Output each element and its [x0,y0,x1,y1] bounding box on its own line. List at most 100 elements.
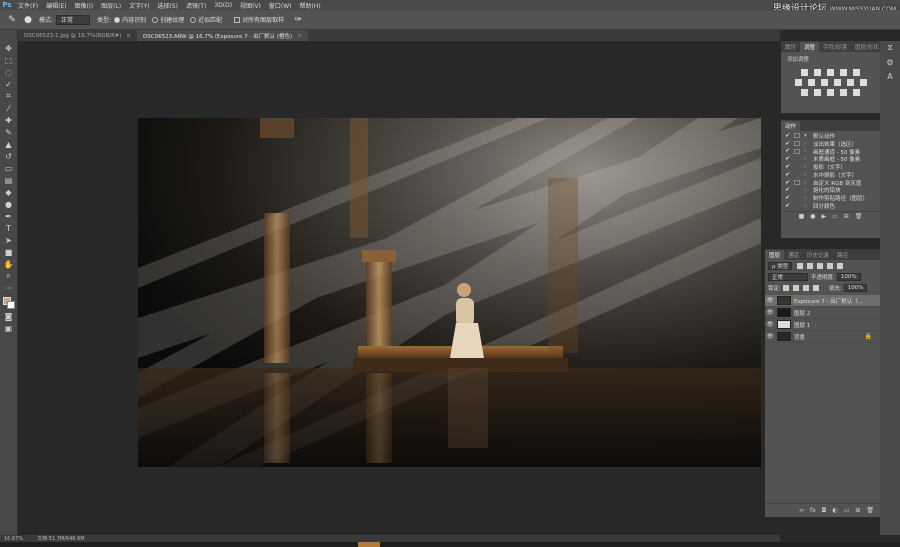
dialog-toggle[interactable] [794,188,800,193]
quick-select-tool-icon[interactable]: ✓ [2,78,16,90]
dodge-tool-icon[interactable]: ● [2,198,16,210]
blur-tool-icon[interactable]: ◆ [2,186,16,198]
expand-icon[interactable]: › [804,164,810,170]
layer-row[interactable]: 👁 Exposure 7 - 出厂默认（... [765,295,880,307]
move-tool-icon[interactable]: ✥ [2,42,16,54]
menu-help[interactable]: 帮助(H) [296,1,325,10]
hue-icon[interactable] [794,79,802,86]
check-icon[interactable]: ✔ [784,156,791,162]
check-icon[interactable]: ✔ [784,187,791,193]
zoom-level[interactable]: 16.67% [4,536,23,542]
tab-adjustments[interactable]: 调整 [800,42,820,52]
type-proximity-match[interactable]: 近似匹配 [190,15,222,24]
dialog-toggle[interactable] [794,133,800,139]
shape-tool-icon[interactable]: ■ [2,246,16,258]
menu-edit[interactable]: 编辑(E) [42,1,70,10]
type-create-texture[interactable]: 创建纹理 [152,15,184,24]
layer-filter-select[interactable]: ρ 类型 [768,261,793,270]
quick-mask-icon[interactable]: ◙ [2,310,16,322]
dialog-toggle[interactable] [794,148,800,154]
history-panel-icon[interactable]: ⧖ [880,41,900,55]
lock-pixels-icon[interactable] [792,284,799,291]
visibility-eye-icon[interactable]: 👁 [765,297,775,304]
fill-input[interactable]: 100% [843,283,868,292]
action-row[interactable]: ✔ › 画框通道 - 50 像素 [781,148,880,155]
new-layer-icon[interactable]: ⊞ [855,507,860,514]
exposure-icon[interactable] [840,69,847,76]
tab-actions[interactable]: 动作 [781,121,801,131]
brightness-icon[interactable] [801,69,808,76]
play-icon[interactable]: ▶ [821,213,826,220]
visibility-eye-icon[interactable]: 👁 [765,321,775,328]
sample-all-layers-checkbox[interactable]: 对所有图层取样 [234,15,284,24]
close-icon[interactable]: × [297,33,302,39]
tab-paths[interactable]: 路径 [833,250,852,260]
tab-layers[interactable]: 图层 [765,250,785,260]
tab-history[interactable]: 历史记录 [803,250,833,260]
check-icon[interactable]: ✔ [784,172,791,178]
filter-pixel-icon[interactable] [797,262,804,269]
screen-mode-icon[interactable]: ▣ [2,322,16,334]
visibility-eye-icon[interactable]: 👁 [765,333,775,340]
layer-row[interactable]: 👁 图层 1 [765,319,880,331]
menu-window[interactable]: 窗口(W) [265,1,296,10]
action-row[interactable]: ✔ › 水中倒影（文字） [781,171,880,179]
invert-icon[interactable] [801,89,808,96]
canvas-area[interactable] [18,41,780,535]
brush-preset-icon[interactable]: ● [22,14,34,26]
layer-row[interactable]: 👁 背景 🔒 [765,331,880,343]
filter-adjust-icon[interactable] [807,262,814,269]
hand-tool-icon[interactable]: ✋ [2,258,16,270]
history-brush-tool-icon[interactable]: ↺ [2,150,16,162]
tab-document-1[interactable]: DSC06523-1.jpg @ 16.7%(RGB/8#) × [18,30,137,41]
photo-filter-icon[interactable] [833,79,841,86]
gradient-tool-icon[interactable]: ▤ [2,174,16,186]
menu-filter[interactable]: 滤镜(T) [182,1,210,10]
check-icon[interactable]: ✔ [784,148,791,154]
adjustment-layer-icon[interactable]: ◐ [832,507,837,514]
stop-icon[interactable]: ■ [799,213,805,220]
background-color-swatch[interactable] [6,301,15,309]
marquee-tool-icon[interactable]: ⬚ [2,54,16,66]
expand-icon[interactable]: › [804,203,810,209]
menu-image[interactable]: 图像(I) [71,1,97,10]
delete-icon[interactable]: 🗑 [855,213,863,220]
curves-icon[interactable] [827,69,834,76]
action-row[interactable]: ✔ › 自定义 RGB 到灰度 [781,179,880,187]
character-panel-icon[interactable]: A [880,69,900,83]
visibility-eye-icon[interactable]: 👁 [765,309,775,316]
fx-icon[interactable]: fx [810,507,816,514]
layer-row[interactable]: 👁 图层 2 [765,307,880,319]
dialog-toggle[interactable] [794,165,800,170]
pen-tool-icon[interactable]: ✒ [2,210,16,222]
action-row[interactable]: ✔ › 淡出效果（选区） [781,140,880,148]
black-white-icon[interactable] [820,79,828,86]
expand-icon[interactable]: › [804,156,810,162]
channel-mixer-icon[interactable] [846,79,854,86]
vibrance-icon[interactable] [853,69,860,76]
brush-tool-icon[interactable]: ✎ [2,126,16,138]
stamp-tool-icon[interactable]: ▲ [2,138,16,150]
menu-view[interactable]: 视图(V) [236,1,265,10]
action-row[interactable]: ✔ › 四分颜色 [781,202,880,210]
color-balance-icon[interactable] [807,79,815,86]
menu-3d[interactable]: 3D(D) [210,2,236,9]
close-icon[interactable]: × [126,33,131,39]
action-row[interactable]: ✔ ▾ 默认动作 [781,132,880,140]
menu-layer[interactable]: 图层(L) [97,1,125,10]
expand-icon[interactable]: › [804,180,810,186]
more-tools-icon[interactable]: ··· [2,282,16,294]
link-icon[interactable]: ∞ [799,507,804,514]
expand-icon[interactable]: › [804,172,810,178]
check-icon[interactable]: ✔ [784,164,791,170]
check-icon[interactable]: ✔ [784,141,791,147]
color-swatches[interactable] [2,296,16,310]
action-row[interactable]: ✔ › 制作剪贴路径（图层） [781,194,880,202]
tab-properties[interactable]: 属性 [781,42,800,52]
check-icon[interactable]: ✔ [784,180,791,186]
delete-layer-icon[interactable]: 🗑 [866,507,874,514]
selective-color-icon[interactable] [853,89,860,96]
tab-character[interactable]: 字符/段落 [819,42,851,52]
check-icon[interactable]: ✔ [784,133,791,139]
action-row[interactable]: ✔ › 投影（文字） [781,163,880,171]
